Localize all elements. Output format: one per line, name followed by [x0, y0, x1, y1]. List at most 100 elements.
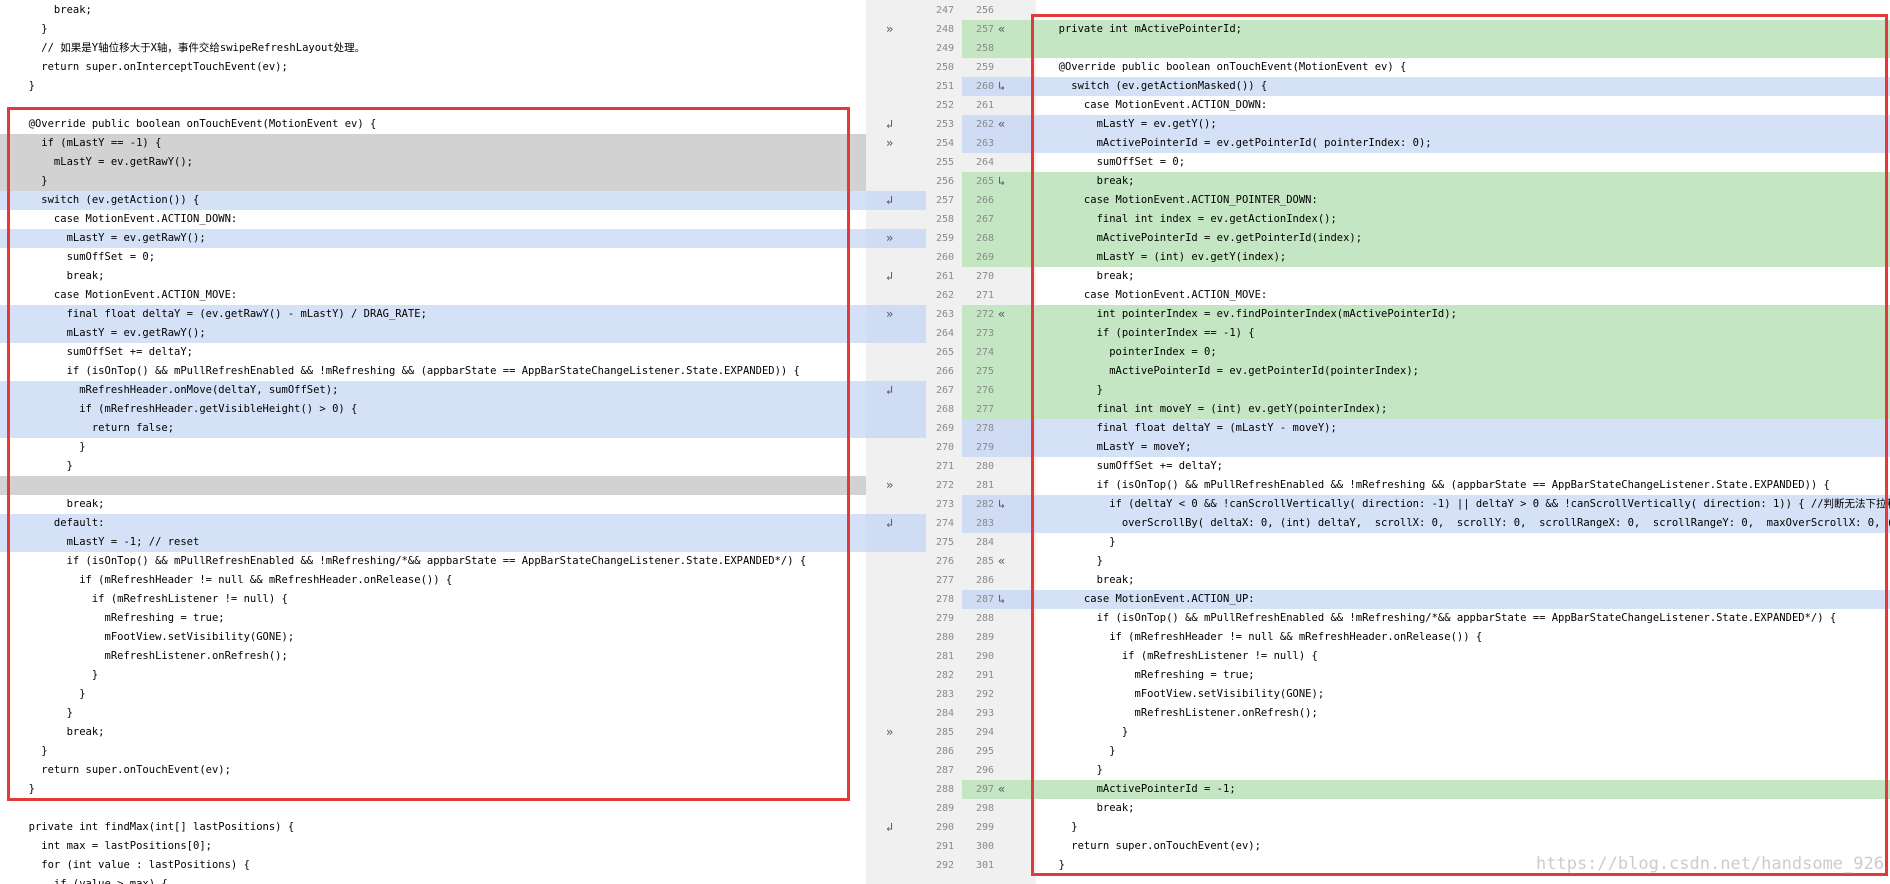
code-line[interactable]: break;	[1036, 267, 1890, 286]
code-line[interactable]: sumOffSet += deltaY;	[1036, 457, 1890, 476]
code-line[interactable]: mActivePointerId = ev.getPointerId(point…	[1036, 362, 1890, 381]
code-line[interactable]: }	[1036, 742, 1890, 761]
revert-change-icon[interactable]: ↲	[886, 381, 893, 400]
apply-change-icon[interactable]: »	[886, 20, 893, 39]
code-line[interactable]: return super.onInterceptTouchEvent(ev);	[0, 58, 866, 77]
code-line[interactable]: int max = lastPositions[0];	[0, 837, 866, 856]
apply-left-icon[interactable]: «	[998, 780, 1005, 799]
code-line[interactable]: break;	[1036, 571, 1890, 590]
code-line[interactable]: if (mLastY == -1) {	[0, 134, 866, 153]
code-line[interactable]: if (isOnTop() && mPullRefreshEnabled && …	[0, 362, 866, 381]
code-line[interactable]: mActivePointerId = ev.getPointerId( poin…	[1036, 134, 1890, 153]
code-line[interactable]: final float deltaY = (ev.getRawY() - mLa…	[0, 305, 866, 324]
code-line[interactable]: }	[0, 172, 866, 191]
apply-change-icon[interactable]: »	[886, 723, 893, 742]
code-line[interactable]: overScrollBy( deltaX: 0, (int) deltaY, s…	[1036, 514, 1890, 533]
code-line[interactable]: }	[0, 704, 866, 723]
code-line[interactable]: break;	[0, 723, 866, 742]
code-line[interactable]: final int index = ev.getActionIndex();	[1036, 210, 1890, 229]
left-editor-pane[interactable]: break; } // 如果是Y轴位移大于X轴，事件交给swipeRefresh…	[0, 0, 866, 884]
code-line[interactable]: mLastY = -1; // reset	[0, 533, 866, 552]
code-line[interactable]: // 如果是Y轴位移大于X轴，事件交给swipeRefreshLayout处理。	[0, 39, 866, 58]
apply-change-icon[interactable]: »	[886, 229, 893, 248]
code-line[interactable]: }	[1036, 761, 1890, 780]
code-line[interactable]: case MotionEvent.ACTION_UP:	[1036, 590, 1890, 609]
code-line[interactable]: }	[0, 457, 866, 476]
code-line[interactable]: }	[0, 438, 866, 457]
code-line[interactable]: if (pointerIndex == -1) {	[1036, 324, 1890, 343]
apply-change-icon[interactable]: »	[886, 134, 893, 153]
code-line[interactable]: mActivePointerId = -1;	[1036, 780, 1890, 799]
code-line[interactable]: mRefreshing = true;	[0, 609, 866, 628]
apply-left-icon[interactable]: «	[998, 115, 1005, 134]
code-line[interactable]: mRefreshListener.onRefresh();	[1036, 704, 1890, 723]
code-line[interactable]: @Override public boolean onTouchEvent(Mo…	[0, 115, 866, 134]
code-line[interactable]: }	[1036, 552, 1890, 571]
code-line[interactable]: mRefreshHeader.onMove(deltaY, sumOffSet)…	[0, 381, 866, 400]
code-line[interactable]: mFootView.setVisibility(GONE);	[1036, 685, 1890, 704]
code-line[interactable]: }	[0, 20, 866, 39]
code-line[interactable]: private int findMax(int[] lastPositions)…	[0, 818, 866, 837]
code-line[interactable]: mLastY = ev.getRawY();	[0, 153, 866, 172]
code-line[interactable]: }	[1036, 533, 1890, 552]
insert-change-icon[interactable]: ↳	[998, 590, 1005, 609]
code-line[interactable]: final float deltaY = (mLastY - moveY);	[1036, 419, 1890, 438]
code-line[interactable]: switch (ev.getActionMasked()) {	[1036, 77, 1890, 96]
code-line[interactable]: if (mRefreshListener != null) {	[0, 590, 866, 609]
code-line[interactable]: case MotionEvent.ACTION_DOWN:	[0, 210, 866, 229]
code-line[interactable]	[0, 799, 866, 818]
code-line[interactable]: sumOffSet = 0;	[1036, 153, 1890, 172]
code-line[interactable]: break;	[0, 1, 866, 20]
code-line[interactable]: return super.onTouchEvent(ev);	[0, 761, 866, 780]
code-line[interactable]: }	[0, 666, 866, 685]
code-line[interactable]: for (int value : lastPositions) {	[0, 856, 866, 875]
apply-left-icon[interactable]: «	[998, 20, 1005, 39]
code-line[interactable]: if (mRefreshListener != null) {	[1036, 647, 1890, 666]
code-line[interactable]: }	[1036, 818, 1890, 837]
code-line[interactable]: mLastY = ev.getY();	[1036, 115, 1890, 134]
code-line[interactable]	[1036, 1, 1890, 20]
apply-left-icon[interactable]: «	[998, 552, 1005, 571]
apply-left-icon[interactable]: «	[998, 305, 1005, 324]
code-line[interactable]	[0, 476, 866, 495]
code-line[interactable]: sumOffSet = 0;	[0, 248, 866, 267]
code-line[interactable]: }	[0, 780, 866, 799]
revert-change-icon[interactable]: ↲	[886, 514, 893, 533]
code-line[interactable]: sumOffSet += deltaY;	[0, 343, 866, 362]
code-line[interactable]: case MotionEvent.ACTION_DOWN:	[1036, 96, 1890, 115]
code-line[interactable]: mFootView.setVisibility(GONE);	[0, 628, 866, 647]
code-line[interactable]: return false;	[0, 419, 866, 438]
right-editor-pane[interactable]: private int mActivePointerId; @Override …	[1036, 0, 1890, 884]
code-line[interactable]: if (mRefreshHeader.getVisibleHeight() > …	[0, 400, 866, 419]
code-line[interactable]: mLastY = (int) ev.getY(index);	[1036, 248, 1890, 267]
code-line[interactable]: if (isOnTop() && mPullRefreshEnabled && …	[1036, 609, 1890, 628]
code-line[interactable]: }	[1036, 723, 1890, 742]
insert-change-icon[interactable]: ↳	[998, 495, 1005, 514]
code-line[interactable]	[0, 96, 866, 115]
code-line[interactable]: }	[0, 742, 866, 761]
apply-change-icon[interactable]: »	[886, 476, 893, 495]
code-line[interactable]: mLastY = ev.getRawY();	[0, 324, 866, 343]
code-line[interactable]: mRefreshing = true;	[1036, 666, 1890, 685]
code-line[interactable]: int pointerIndex = ev.findPointerIndex(m…	[1036, 305, 1890, 324]
code-line[interactable]: }	[0, 77, 866, 96]
code-line[interactable]: @Override public boolean onTouchEvent(Mo…	[1036, 58, 1890, 77]
code-line[interactable]: if (isOnTop() && mPullRefreshEnabled && …	[0, 552, 866, 571]
insert-change-icon[interactable]: ↳	[998, 172, 1005, 191]
code-line[interactable]: case MotionEvent.ACTION_POINTER_DOWN:	[1036, 191, 1890, 210]
code-line[interactable]: break;	[1036, 172, 1890, 191]
code-line[interactable]: break;	[0, 495, 866, 514]
code-line[interactable]: default:	[0, 514, 866, 533]
insert-change-icon[interactable]: ↳	[998, 77, 1005, 96]
code-line[interactable]: mRefreshListener.onRefresh();	[0, 647, 866, 666]
code-line[interactable]: mLastY = ev.getRawY();	[0, 229, 866, 248]
code-line[interactable]: }	[0, 685, 866, 704]
apply-change-icon[interactable]: »	[886, 305, 893, 324]
code-line[interactable]: break;	[1036, 799, 1890, 818]
revert-change-icon[interactable]: ↲	[886, 267, 893, 286]
revert-change-icon[interactable]: ↲	[886, 115, 893, 134]
code-line[interactable]: mActivePointerId = ev.getPointerId(index…	[1036, 229, 1890, 248]
code-line[interactable]: if (deltaY < 0 && !canScrollVertically( …	[1036, 495, 1890, 514]
code-line[interactable]: if (mRefreshHeader != null && mRefreshHe…	[1036, 628, 1890, 647]
code-line[interactable]: if (isOnTop() && mPullRefreshEnabled && …	[1036, 476, 1890, 495]
